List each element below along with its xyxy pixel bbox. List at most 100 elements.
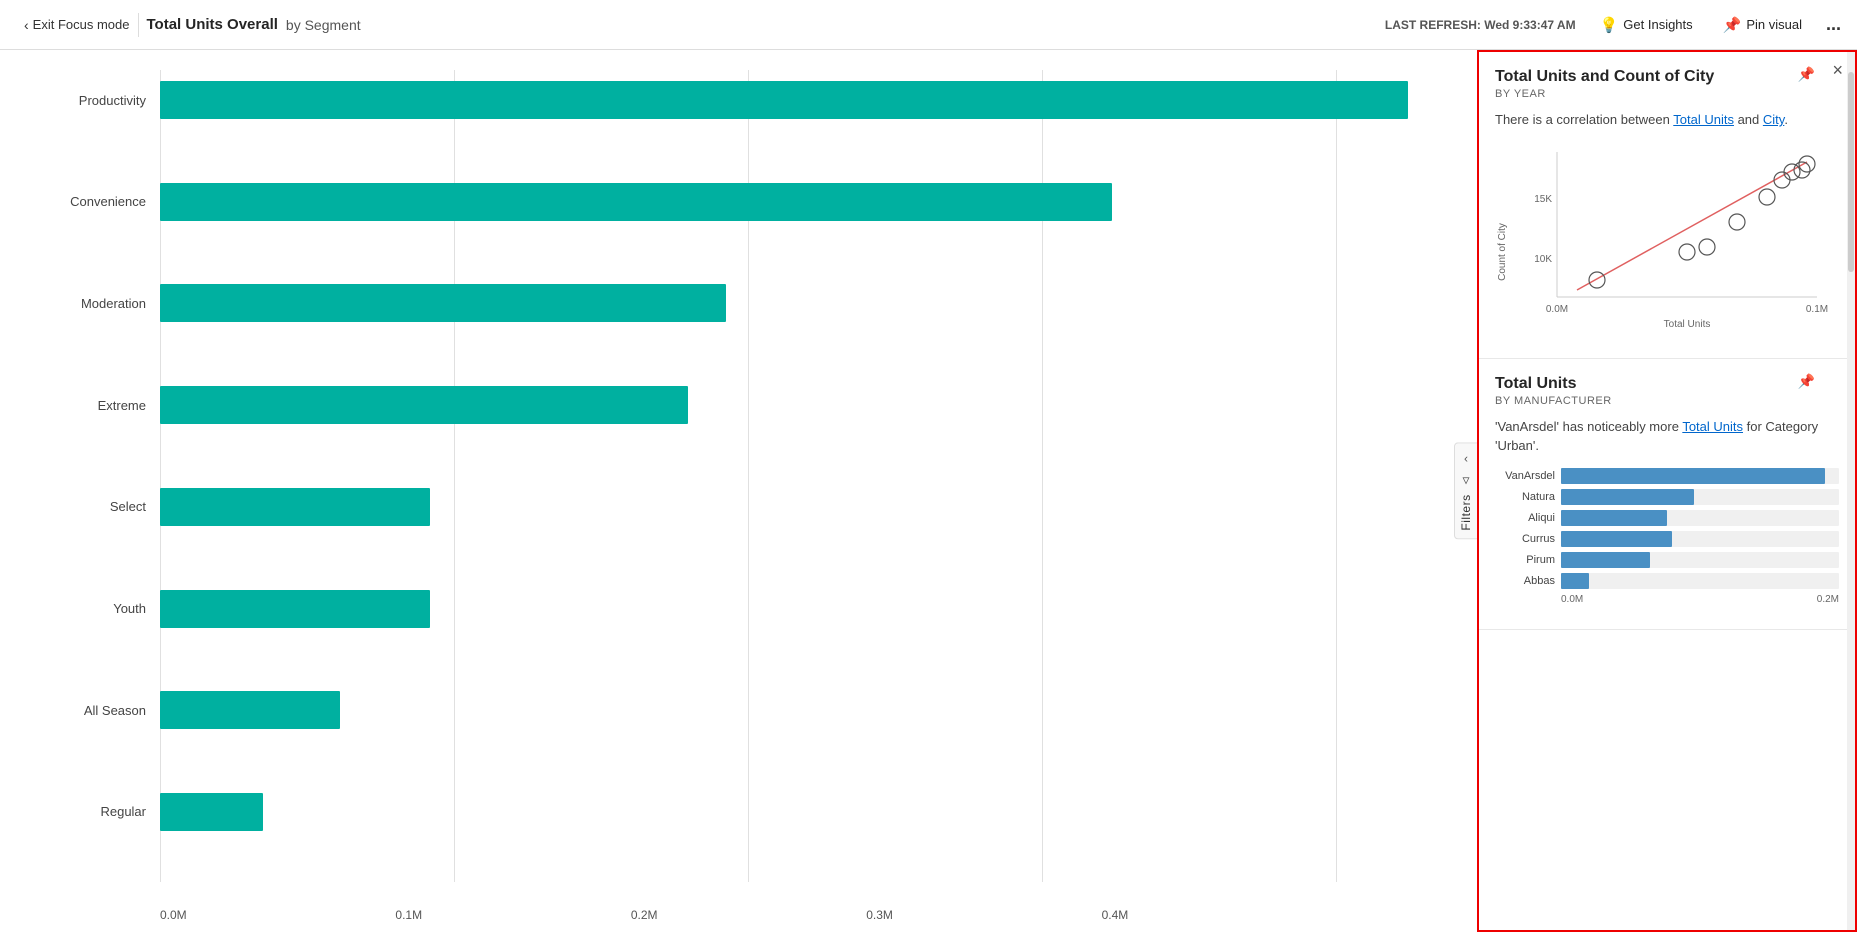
mini-bar-row-natura: Natura [1495,489,1839,505]
exit-focus-button[interactable]: ‹ Exit Focus mode [16,13,139,37]
mini-track-abbas [1561,573,1839,589]
mini-fill-aliqui [1561,510,1667,526]
chart-row-productivity: Productivity [60,70,1447,130]
bar-track-productivity [160,81,1447,119]
bar-label-convenience: Convenience [60,194,160,209]
mini-bar-chart: VanArsdel Natura Aliqui [1495,468,1839,613]
pin-visual-button[interactable]: 📌 Pin visual [1717,12,1808,38]
x-label-1: 0.1M [395,908,630,922]
mini-bar-row-vanarsdel: VanArsdel [1495,468,1839,484]
svg-text:Total Units: Total Units [1664,319,1711,330]
card2-link[interactable]: Total Units [1682,419,1743,434]
mini-bar-row-currus: Currus [1495,531,1839,547]
chart-area: Productivity Convenience Moderation Extr… [0,50,1477,932]
card1-subtitle: BY YEAR [1495,88,1839,100]
get-insights-label: Get Insights [1623,17,1692,32]
pin-card2-icon[interactable]: 📌 [1798,373,1815,390]
pin-card1-icon[interactable]: 📌 [1798,66,1815,83]
bar-fill-convenience [160,183,1112,221]
mini-track-currus [1561,531,1839,547]
card1-title: Total Units and Count of City [1495,68,1839,86]
mini-track-aliqui [1561,510,1839,526]
bar-track-select [160,488,1447,526]
header: ‹ Exit Focus mode Total Units Overall by… [0,0,1857,50]
bar-track-moderation [160,284,1447,322]
mini-fill-currus [1561,531,1672,547]
get-insights-button[interactable]: 💡 Get Insights [1594,12,1699,38]
bar-fill-productivity [160,81,1408,119]
bar-fill-extreme [160,386,688,424]
funnel-icon: ▿ [1462,471,1469,488]
bar-fill-select [160,488,430,526]
scrollbar-thumb [1848,72,1854,272]
mini-fill-abbas [1561,573,1589,589]
bar-fill-allseason [160,691,340,729]
x-label-4: 0.4M [1102,908,1337,922]
bar-label-youth: Youth [60,601,160,616]
card1-link2[interactable]: City [1763,112,1784,127]
scatter-plot: 15K 10K 0.0M 0.1M Count of City Total Un… [1495,142,1839,342]
mini-track-pirum [1561,552,1839,568]
svg-text:10K: 10K [1534,254,1552,265]
chart-row-regular: Regular [60,782,1447,842]
bar-label-regular: Regular [60,804,160,819]
card1-link1[interactable]: Total Units [1673,112,1734,127]
bar-label-extreme: Extreme [60,398,160,413]
mini-fill-pirum [1561,552,1650,568]
bar-fill-youth [160,590,430,628]
chart-row-extreme: Extreme [60,375,1447,435]
chart-row-select: Select [60,477,1447,537]
pin-icon: 📌 [1723,16,1742,34]
card2-subtitle: BY MANUFACTURER [1495,395,1839,407]
more-options-button[interactable]: ... [1826,14,1841,35]
x-label-0: 0.0M [160,908,395,922]
scrollbar[interactable] [1847,52,1855,930]
bar-track-convenience [160,183,1447,221]
mini-bar-row-pirum: Pirum [1495,552,1839,568]
card1-description: There is a correlation between Total Uni… [1495,110,1839,130]
arrow-left-icon: ‹ [24,17,29,33]
page-title-by: by Segment [286,17,361,33]
header-right: LAST REFRESH: Wed 9:33:47 AM 💡 Get Insig… [1385,12,1841,38]
svg-text:15K: 15K [1534,194,1552,205]
svg-text:0.0M: 0.0M [1546,304,1568,315]
mini-fill-natura [1561,489,1694,505]
header-left: ‹ Exit Focus mode Total Units Overall by… [16,13,1373,37]
card2-desc-before: 'VanArsdel' has noticeably more [1495,419,1682,434]
chart-row-allseason: All Season [60,680,1447,740]
insights-panel: × 📌 Total Units and Count of City BY YEA… [1477,50,1857,932]
card1-desc-before: There is a correlation between [1495,112,1673,127]
bar-fill-regular [160,793,263,831]
mini-x-axis: 0.0M 0.2M [1561,594,1839,605]
insight-card-scatter: 📌 Total Units and Count of City BY YEAR … [1479,52,1855,359]
bar-label-productivity: Productivity [60,93,160,108]
mini-label-aliqui: Aliqui [1495,512,1555,524]
page-title: Total Units Overall [147,16,278,33]
mini-x-label-0: 0.0M [1561,594,1700,605]
bar-label-allseason: All Season [60,703,160,718]
exit-focus-label: Exit Focus mode [33,17,130,32]
bulb-icon: 💡 [1600,16,1619,34]
mini-label-pirum: Pirum [1495,554,1555,566]
chart-row-convenience: Convenience [60,172,1447,232]
bar-chart: Productivity Convenience Moderation Extr… [60,70,1447,892]
close-button[interactable]: × [1832,60,1843,81]
filters-tab[interactable]: ‹ ▿ Filters [1454,442,1477,539]
pin-visual-label: Pin visual [1746,17,1802,32]
mini-bar-row-abbas: Abbas [1495,573,1839,589]
scatter-svg: 15K 10K 0.0M 0.1M Count of City Total Un… [1495,142,1839,332]
mini-fill-vanarsdel [1561,468,1825,484]
card1-desc-after: . [1784,112,1788,127]
chart-row-moderation: Moderation [60,273,1447,333]
chart-row-youth: Youth [60,579,1447,639]
card2-title: Total Units [1495,375,1839,393]
main-content: Productivity Convenience Moderation Extr… [0,50,1857,932]
chevron-left-icon: ‹ [1464,451,1468,465]
bar-track-regular [160,793,1447,831]
x-axis: 0.0M 0.1M 0.2M 0.3M 0.4M [160,900,1337,922]
mini-label-natura: Natura [1495,491,1555,503]
card1-desc-mid: and [1734,112,1763,127]
last-refresh-value: Wed 9:33:47 AM [1484,18,1575,32]
mini-track-natura [1561,489,1839,505]
svg-text:0.1M: 0.1M [1806,304,1828,315]
